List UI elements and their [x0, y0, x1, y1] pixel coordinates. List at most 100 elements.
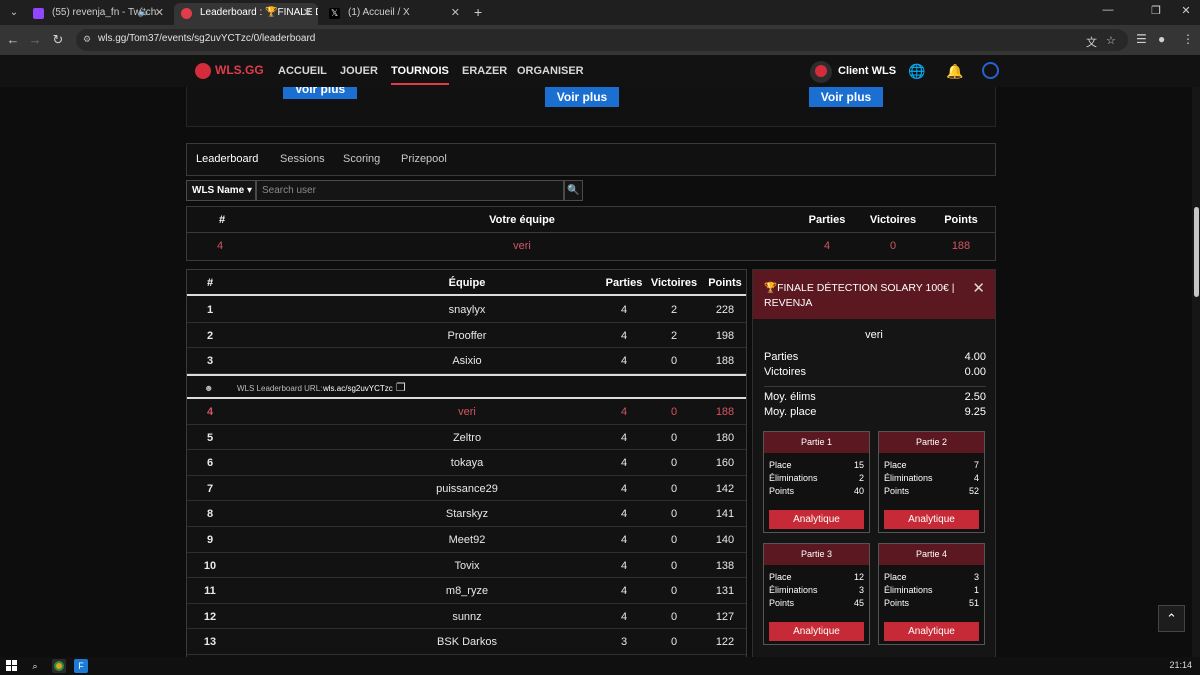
nav-accueil[interactable]: ACCUEIL [278, 65, 327, 77]
nav-erazer[interactable]: ERAZER [462, 65, 507, 77]
close-icon[interactable]: ✕ [303, 3, 312, 23]
avatar[interactable] [982, 62, 999, 79]
game-card-title: Partie 1 [764, 432, 869, 453]
url-text[interactable]: wls.gg/Tom37/events/sg2uvYCTzc/0/leaderb… [98, 33, 315, 44]
search-input[interactable] [256, 180, 564, 201]
back-icon[interactable]: ← [4, 32, 22, 47]
game-stat-place: Place 7 [884, 460, 979, 472]
panel-stat: Moy. place 9.25 [764, 406, 986, 421]
reload-icon[interactable]: ↻ [49, 32, 67, 48]
new-tab-button[interactable]: + [474, 4, 482, 20]
game-stat-label: Points [884, 486, 910, 496]
close-icon[interactable]: ✕ [972, 279, 985, 297]
rank-cell: 10 [203, 559, 217, 572]
chrome-icon[interactable] [52, 659, 66, 673]
wins-cell: 2 [670, 329, 678, 342]
menu-icon[interactable]: ⋮ [1182, 32, 1194, 46]
table-row[interactable]: 9 Meet92 4 0 140 [187, 527, 746, 553]
panel-stat: Parties 4.00 [764, 351, 986, 366]
points-cell: 141 [715, 508, 735, 521]
browser-tab-x[interactable]: 𝕏 (1) Accueil / X ✕ [322, 3, 466, 25]
bookmark-star-icon[interactable]: ☆ [1106, 34, 1116, 47]
tab-leaderboard[interactable]: Leaderboard [196, 153, 258, 165]
browser-tab-twitch[interactable]: (55) revenja_fn - Twitch 🔈 ✕ [26, 3, 170, 25]
nav-jouer[interactable]: JOUER [340, 65, 378, 77]
site-info-icon[interactable]: ⚙ [83, 34, 91, 45]
url-value[interactable]: wls.ac/sg2uvYCTzc [323, 384, 393, 393]
speaker-icon[interactable]: 🔈 [138, 3, 150, 23]
profile-icon[interactable]: ● [1158, 32, 1165, 46]
table-row[interactable]: 13 BSK Darkos 3 0 122 [187, 629, 746, 655]
nav-organiser[interactable]: ORGANISER [517, 65, 584, 77]
rank-cell: 3 [206, 355, 214, 368]
wins-cell: 0 [670, 508, 678, 521]
your-team-row[interactable]: 4 veri 4 0 188 [187, 233, 995, 259]
table-row[interactable]: 8 Starskyz 4 0 141 [187, 501, 746, 527]
nav-tournois[interactable]: TOURNOIS [391, 65, 449, 85]
game-stat-place: Place 15 [769, 460, 864, 472]
browser-tab-leaderboard[interactable]: Leaderboard : 🏆FINALE DÉTECTI ✕ [174, 3, 318, 25]
wls-name-dropdown[interactable]: WLS Name ▾ [186, 180, 256, 201]
analytique-button[interactable]: Analytique [884, 622, 979, 641]
table-row[interactable]: 2 Prooffer 4 2 198 [187, 322, 746, 349]
game-stat-points: Points 45 [769, 598, 864, 610]
globe-icon[interactable]: 🌐 [908, 63, 925, 80]
close-icon[interactable]: ✕ [155, 3, 164, 23]
close-window-icon[interactable]: ✕ [1176, 4, 1196, 17]
wls-small-icon: ☻ [204, 383, 214, 393]
table-row[interactable]: 5 Zeltro 4 0 180 [187, 424, 746, 451]
analytique-button[interactable]: Analytique [884, 510, 979, 529]
site-logo[interactable]: WLS.GG [195, 63, 264, 79]
tab-title: Leaderboard : 🏆FINALE DÉTECTI [200, 7, 318, 18]
omnibox[interactable]: ⚙ wls.gg/Tom37/events/sg2uvYCTzc/0/leade… [76, 29, 1128, 51]
game-card: Partie 3 Place 12 Éliminations 3 Points 45 Anal… [763, 543, 870, 645]
games-cell: 4 [620, 304, 628, 316]
forward-icon[interactable]: → [26, 32, 44, 47]
table-row[interactable]: 12 sunnz 4 0 127 [187, 603, 746, 630]
maximize-icon[interactable]: ❐ [1146, 4, 1166, 17]
translate-icon[interactable]: 文 [1086, 34, 1097, 50]
voir-plus-button-2[interactable]: Voir plus [545, 87, 619, 107]
voir-plus-button-3[interactable]: Voir plus [809, 87, 883, 107]
table-row[interactable]: 3 Asixio 4 0 188 [187, 348, 746, 374]
analytique-button[interactable]: Analytique [769, 510, 864, 529]
panel-title: 🏆FINALE DÉTECTION SOLARY 100€ | REVENJA [753, 270, 995, 319]
points-cell: 127 [715, 610, 735, 623]
x-icon: 𝕏 [329, 8, 340, 19]
table-row[interactable]: 10 Tovix 4 0 138 [187, 552, 746, 579]
table-row[interactable]: 4 veri 4 0 188 [187, 399, 746, 425]
extensions-list-icon[interactable]: ☰ [1136, 32, 1147, 46]
windows-start-icon[interactable] [6, 660, 18, 672]
search-icon[interactable]: 🔍 [564, 180, 583, 201]
site-header: WLS.GG ACCUEIL JOUER TOURNOIS ERAZER ORG… [0, 55, 1200, 87]
wins-cell: 0 [670, 482, 678, 495]
game-stat-label: Points [769, 598, 795, 608]
page-scrollbar[interactable] [1192, 87, 1200, 657]
copy-icon[interactable]: ❐ [396, 381, 406, 394]
tab-prizepool[interactable]: Prizepool [401, 153, 447, 165]
table-row[interactable]: 11 m8_ryze 4 0 131 [187, 578, 746, 604]
search-icon[interactable]: ⌕ [28, 659, 42, 673]
voir-plus-button-1[interactable]: Voir plus [283, 87, 357, 99]
scroll-thumb[interactable] [1194, 207, 1199, 297]
tab-sessions[interactable]: Sessions [280, 153, 325, 165]
points-cell: 188 [715, 355, 735, 368]
analytique-button[interactable]: Analytique [769, 622, 864, 641]
app-icon[interactable]: F [74, 659, 88, 673]
table-row[interactable]: 1 snaylyx 4 2 228 [187, 297, 746, 323]
panel-team-name: veri [865, 329, 883, 341]
back-to-top-button[interactable]: ⌃ [1158, 605, 1185, 632]
table-row[interactable]: 7 puissance29 4 0 142 [187, 475, 746, 502]
team-cell: Prooffer [447, 329, 487, 342]
taskbar: ⌕ F 21:14 [0, 657, 1200, 675]
bell-icon[interactable]: 🔔 [946, 63, 963, 80]
team-cell: m8_ryze [445, 585, 489, 598]
table-row[interactable]: 6 tokaya 4 0 160 [187, 450, 746, 476]
game-stat-value: 3 [973, 572, 979, 582]
close-icon[interactable]: ✕ [451, 3, 460, 23]
stat-value: 9.25 [964, 406, 986, 418]
minimize-icon[interactable]: — [1098, 4, 1118, 16]
divider [764, 386, 986, 387]
tab-list-icon[interactable]: ⌄ [4, 4, 24, 21]
tab-scoring[interactable]: Scoring [343, 153, 380, 165]
